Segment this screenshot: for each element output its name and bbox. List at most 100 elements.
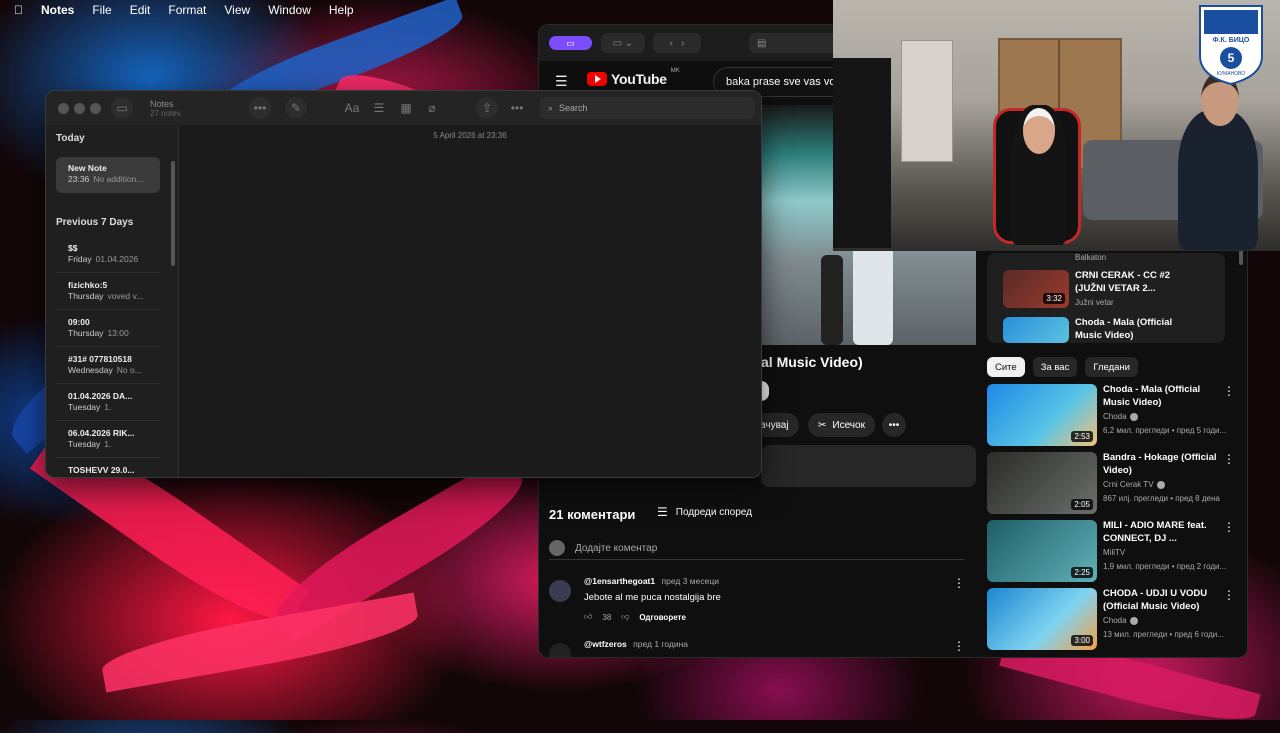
- description-box[interactable]: [761, 445, 976, 487]
- overflow-icon[interactable]: •••: [504, 98, 530, 118]
- video-title: al Music Video): [761, 354, 863, 370]
- subscribe-button-fragment[interactable]: [761, 381, 769, 401]
- duration-badge: 3:32: [1043, 293, 1065, 304]
- more-actions-button[interactable]: •••: [882, 413, 906, 437]
- share-icon[interactable]: ⇪: [476, 97, 498, 119]
- recommendation-thumbnail[interactable]: 2:05: [987, 452, 1097, 514]
- note-item[interactable]: $$ Friday 01.04.2026: [56, 237, 160, 273]
- note-item[interactable]: fizichko:5 Thursday voved v...: [56, 274, 160, 310]
- note-item[interactable]: 09:00 Thursday 13:00: [56, 311, 160, 347]
- compose-icon[interactable]: ✎: [285, 97, 307, 119]
- chip-watched[interactable]: Гледани: [1085, 357, 1138, 377]
- notes-toolbar: ▭ Notes 27 notes ••• ✎ Aa ☰ ▦ ⌀ ⇪ ••• ⌕ …: [46, 91, 761, 126]
- more-icon[interactable]: ⋮: [1223, 520, 1235, 534]
- note-title: New Note: [68, 163, 107, 173]
- verified-icon: [1129, 616, 1138, 625]
- note-editor[interactable]: 5 April 2026 at 23:36: [179, 125, 761, 477]
- more-icon[interactable]: ⋮: [1223, 588, 1235, 602]
- channel-name: Choda: [1103, 616, 1127, 625]
- search-icon: ⌕: [548, 102, 554, 113]
- checklist-icon[interactable]: ☰: [366, 98, 392, 118]
- recommendation-item[interactable]: 2:53 Choda - Mala (Official Music Video)…: [987, 384, 1235, 446]
- commenter-avatar[interactable]: [549, 643, 571, 657]
- tab-group-pill[interactable]: ▭: [549, 36, 592, 50]
- scrollbar[interactable]: [171, 161, 175, 266]
- close-button[interactable]: [58, 103, 69, 114]
- filter-chips: Сите За вас Гледани: [987, 357, 1138, 377]
- sidebar-toggle-icon[interactable]: ▭: [111, 97, 133, 119]
- recommendation-thumbnail[interactable]: 3:00: [987, 588, 1097, 650]
- more-icon[interactable]: •••: [249, 97, 271, 119]
- youtube-logo[interactable]: YouTube MK: [587, 68, 680, 87]
- recommendation-item[interactable]: Choda - Mala (Official Music Video): [987, 317, 1235, 359]
- scrollbar[interactable]: [1239, 250, 1243, 265]
- search-field[interactable]: ⌕ Search: [540, 97, 755, 119]
- commenter-avatar[interactable]: [549, 580, 571, 602]
- note-preview: 1.: [104, 402, 112, 412]
- note-meta: Friday 01.04.2026: [68, 254, 160, 265]
- note-item[interactable]: TOSHEVV 29.0...: [56, 459, 160, 477]
- minimize-button[interactable]: [74, 103, 85, 114]
- menu-file[interactable]: File: [92, 3, 111, 17]
- note-item-selected[interactable]: New Note 23:36 No addition...: [56, 157, 160, 193]
- dislike-icon[interactable]: 👎︎: [621, 612, 629, 622]
- recommendation-thumbnail[interactable]: 3:32: [1003, 270, 1069, 308]
- forward-icon[interactable]: ›: [681, 38, 684, 49]
- like-icon[interactable]: 👍︎: [584, 612, 592, 622]
- more-icon[interactable]: ⋮: [1223, 384, 1235, 398]
- note-title: 06.04.2026 RIK...: [68, 428, 135, 438]
- note-preview: 1.: [104, 439, 112, 449]
- menu-view[interactable]: View: [224, 3, 250, 17]
- recommendation-item[interactable]: 3:00 CHODA - UDJI U VODU (Official Music…: [987, 588, 1235, 650]
- comment-more-icon[interactable]: ⋮: [953, 639, 965, 653]
- note-item[interactable]: 01.04.2026 DA... Tuesday 1.: [56, 385, 160, 421]
- format-icon[interactable]: Aa: [339, 98, 365, 118]
- menu-edit[interactable]: Edit: [130, 3, 151, 17]
- note-item[interactable]: #31# 077810518 Wednesday No o...: [56, 348, 160, 384]
- menu-app-name[interactable]: Notes: [41, 3, 74, 17]
- group-today: Today: [56, 133, 85, 144]
- comment-user[interactable]: @wtfzeros пред 1 година: [584, 639, 688, 649]
- zoom-button[interactable]: [90, 103, 101, 114]
- chip-for-you[interactable]: За вас: [1032, 357, 1078, 377]
- note-time: 23:36: [68, 174, 90, 184]
- duration-badge: 2:25: [1071, 567, 1093, 578]
- sidebar-toggle-button[interactable]: ▭ ⌄: [601, 33, 645, 53]
- attachment-icon[interactable]: ⌀: [419, 98, 445, 118]
- comment-user[interactable]: @1ensarthegoat1 пред 3 месеци: [584, 576, 719, 586]
- video-figure-left: [821, 255, 843, 345]
- menu-format[interactable]: Format: [168, 3, 206, 17]
- note-item[interactable]: 06.04.2026 RIK... Tuesday 1.: [56, 422, 160, 458]
- table-icon[interactable]: ▦: [393, 98, 419, 118]
- recommendation-item[interactable]: 2:25 MILI - ADIO MARE feat. CONNECT, DJ …: [987, 520, 1235, 582]
- webcam-person-right: [1178, 110, 1258, 250]
- recommendation-thumbnail[interactable]: [1003, 317, 1069, 343]
- comment-username: @wtfzeros: [584, 639, 627, 649]
- note-day: Friday: [68, 254, 92, 264]
- add-comment-field[interactable]: Додајте коментар: [549, 537, 965, 560]
- note-meta: Wednesday No o...: [68, 365, 160, 376]
- recommendation-channel: Choda: [1103, 616, 1138, 625]
- comment-item: @wtfzeros пред 1 година ⋮: [549, 639, 965, 657]
- sort-button[interactable]: ☰ Подреди според: [657, 505, 752, 519]
- recommendation-item[interactable]: 2:05 Bandra - Hokage (Official Video) Cr…: [987, 452, 1235, 514]
- note-title: 09:00: [68, 317, 90, 327]
- more-icon[interactable]: ⋮: [1223, 452, 1235, 466]
- apple-icon[interactable]: : [14, 3, 23, 17]
- back-icon[interactable]: ‹: [669, 38, 672, 49]
- clip-button[interactable]: ✂ Исечок: [808, 413, 875, 437]
- webcam-person-left-head: [1023, 108, 1055, 154]
- menu-window[interactable]: Window: [268, 3, 311, 17]
- clip-label: Исечок: [832, 419, 865, 431]
- recommendation-thumbnail[interactable]: 2:53: [987, 384, 1097, 446]
- recommendation-item[interactable]: 3:32 CRNI CERAK - CC #2 (JUŽNI VETAR 2..…: [987, 270, 1235, 312]
- menu-help[interactable]: Help: [329, 3, 354, 17]
- note-day: Tuesday: [68, 439, 101, 449]
- menu-icon[interactable]: ☰: [555, 73, 568, 90]
- recommendation-item[interactable]: Balkaton: [987, 253, 1235, 267]
- comment-more-icon[interactable]: ⋮: [953, 576, 965, 590]
- chip-all[interactable]: Сите: [987, 357, 1025, 377]
- note-date: 5 April 2026 at 23:36: [433, 131, 507, 140]
- recommendation-thumbnail[interactable]: 2:25: [987, 520, 1097, 582]
- reply-button[interactable]: Одговорете: [639, 613, 686, 622]
